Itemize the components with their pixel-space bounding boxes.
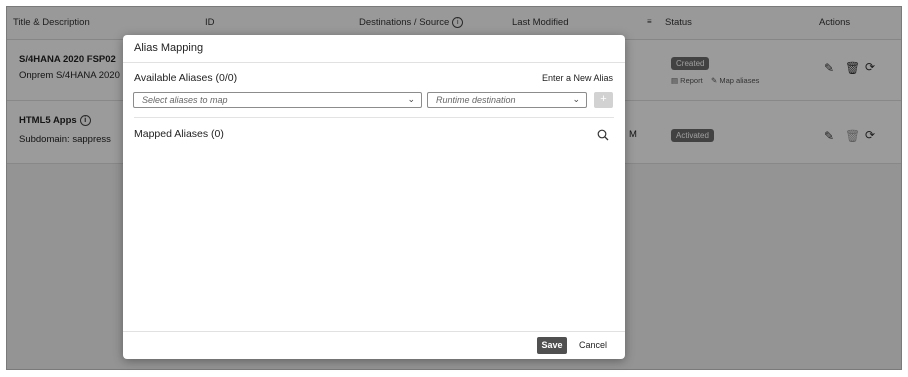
- select-aliases-dropdown[interactable]: Select aliases to map ⌄: [133, 92, 422, 108]
- cancel-button[interactable]: Cancel: [579, 337, 607, 354]
- section-divider: [134, 117, 614, 118]
- dialog-footer: Save Cancel: [123, 331, 625, 359]
- select-aliases-placeholder: Select aliases to map: [142, 95, 228, 105]
- dialog-header: Alias Mapping: [123, 35, 625, 63]
- search-icon[interactable]: [597, 128, 609, 146]
- chevron-down-icon: ⌄: [572, 94, 580, 104]
- mapped-aliases-title: Mapped Aliases (0): [134, 128, 224, 140]
- available-aliases-title: Available Aliases (0/0): [134, 72, 238, 84]
- chevron-down-icon: ⌄: [407, 94, 415, 104]
- save-button[interactable]: Save: [537, 337, 567, 354]
- dialog-title: Alias Mapping: [134, 42, 204, 54]
- runtime-destination-dropdown[interactable]: Runtime destination ⌄: [427, 92, 587, 108]
- alias-mapping-dialog: Alias Mapping Available Aliases (0/0) En…: [123, 35, 625, 359]
- enter-new-alias-link[interactable]: Enter a New Alias: [542, 73, 613, 83]
- add-alias-button[interactable]: +: [594, 92, 613, 108]
- runtime-destination-placeholder: Runtime destination: [436, 95, 516, 105]
